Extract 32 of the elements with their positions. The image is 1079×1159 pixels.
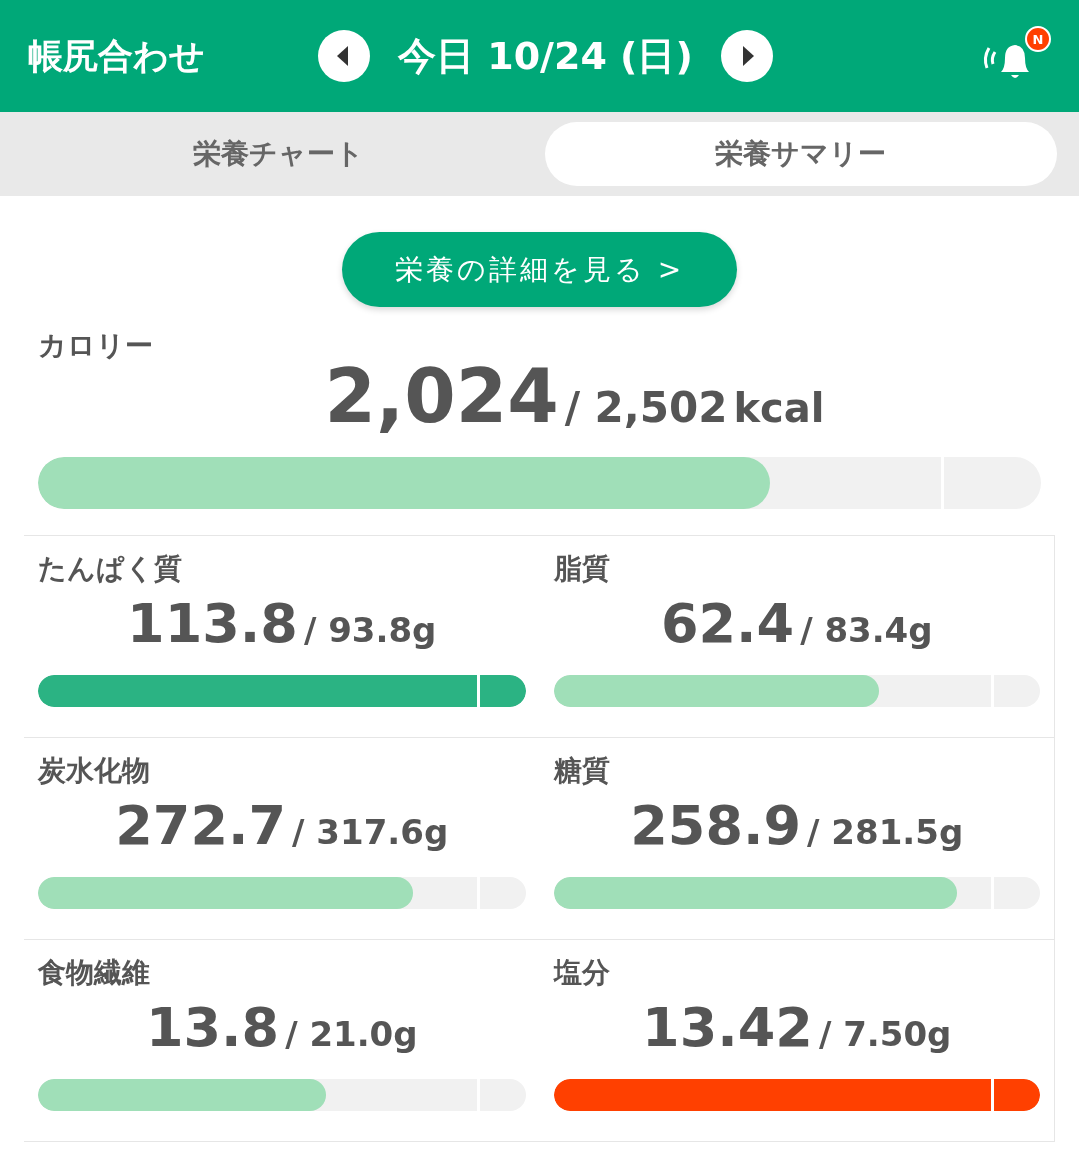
calorie-value: 2,024 [324, 353, 559, 439]
nutrient-label: 脂質 [553, 552, 610, 585]
nutrient-value: 272.7 [115, 794, 287, 857]
nutrition-details-button[interactable]: 栄養の詳細を見る > [342, 232, 737, 307]
tab[interactable]: 栄養チャート [22, 122, 535, 186]
nutrient-value: 62.4 [660, 592, 795, 655]
nutrient-value: 13.8 [145, 996, 280, 1059]
nutrient-label: 糖質 [553, 754, 610, 787]
nutrient-target: / 93.8g [303, 610, 437, 650]
next-day-icon[interactable] [720, 30, 773, 82]
nutrient-label: 食物繊維 [38, 956, 150, 989]
unit-label: kcal [733, 385, 825, 431]
nutrient-label: たんぱく質 [38, 552, 182, 585]
nutrient-target: / 7.50g [818, 1014, 952, 1054]
notification-badge: N [1025, 26, 1051, 52]
nutrient-target: / 281.5g [807, 812, 964, 852]
previous-day-icon[interactable] [318, 30, 370, 82]
nutrient-target: / 317.6g [292, 812, 449, 852]
nutrient-label: 塩分 [553, 956, 610, 989]
nutrient-value: 113.8 [127, 592, 298, 655]
tab[interactable]: 栄養サマリー [544, 122, 1057, 186]
target-marker [991, 1079, 995, 1111]
nutrient-target: / 21.0g [285, 1014, 418, 1054]
nutrient-value: 13.42 [642, 996, 813, 1059]
target-marker [476, 675, 480, 707]
calorie-label: カロリー [38, 329, 153, 362]
date-label: 今日 10/24 (日) [398, 32, 693, 80]
app-title: 帳尻合わせ [28, 34, 206, 78]
nutrient-target: / 83.4g [800, 610, 933, 650]
nutrient-value: 258.9 [630, 794, 802, 857]
nutrient-label: 炭水化物 [38, 754, 150, 787]
calorie-target: / 2,502 [564, 383, 728, 432]
